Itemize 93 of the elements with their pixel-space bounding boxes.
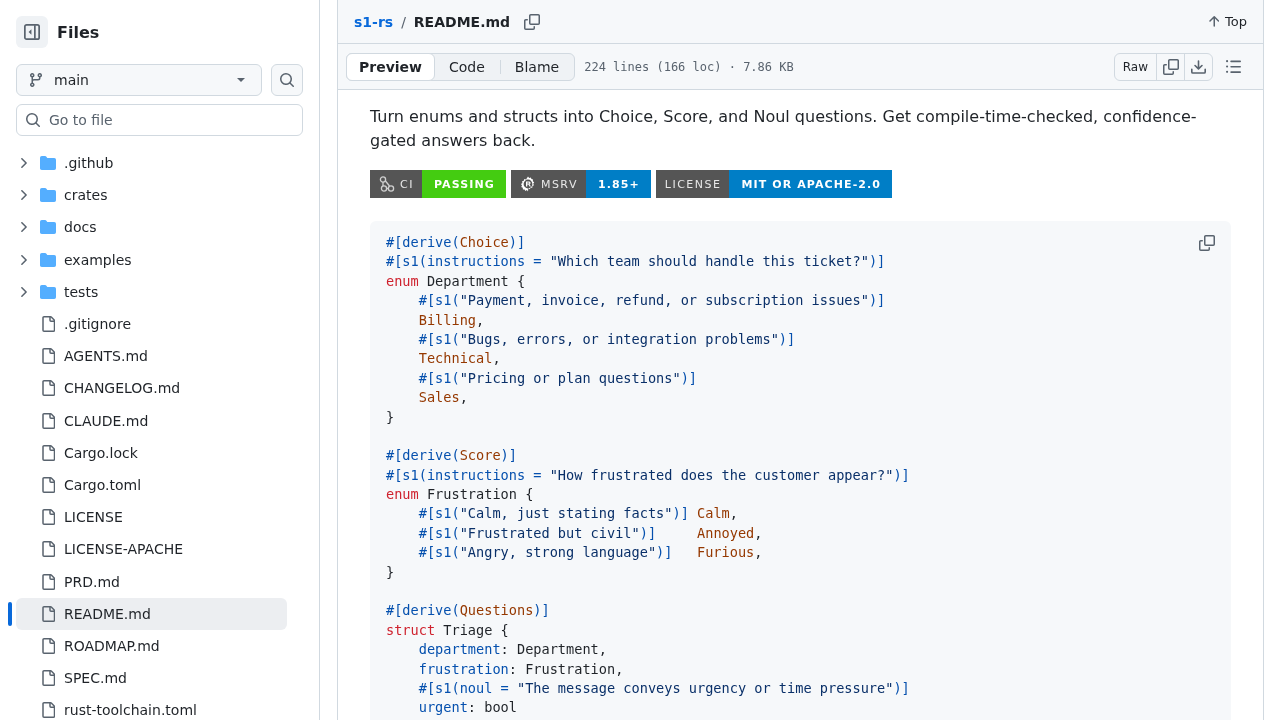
search-icon <box>25 112 41 128</box>
file-icon <box>41 348 55 365</box>
list-icon <box>1225 60 1241 73</box>
download-icon <box>1191 59 1206 74</box>
badge-value: PASSING <box>421 170 506 198</box>
badge-label: MSRV <box>540 177 578 191</box>
folder-icon <box>40 220 56 235</box>
intro-text: Turn enums and structs into Choice, Score, and Noul questions. Get compile-time-checked, confidence-gated answers back. <box>370 106 1198 152</box>
file-icon <box>41 573 55 590</box>
branch-icon <box>30 73 42 87</box>
file-icon <box>41 316 55 333</box>
code-line: #[s1("Payment, invoice, refund, or subscription issues")] <box>418 291 886 311</box>
folder-item[interactable]: examples <box>16 243 287 276</box>
code-line: #[derive(Score)] <box>386 446 517 466</box>
file-item[interactable]: AGENTS.md <box>16 340 287 373</box>
nodes-icon <box>379 176 395 192</box>
file-icon <box>41 380 55 397</box>
file-icon <box>41 605 55 622</box>
code-line: department: Department, <box>418 640 607 660</box>
code-line: #[s1("Angry, strong language")] Furious, <box>418 543 763 563</box>
code-line: #[s1("Bugs, errors, or integration problems")] <box>418 329 796 349</box>
view-tab[interactable]: Code <box>434 53 500 80</box>
sidebar-title: Files <box>57 22 100 42</box>
code-line: enum Department { <box>386 271 526 291</box>
file-item[interactable]: SPEC.md <box>16 662 287 695</box>
file-item[interactable]: Cargo.lock <box>16 436 287 469</box>
folder-icon <box>40 156 56 171</box>
file-item[interactable]: CHANGELOG.md <box>16 372 287 405</box>
code-line: #[derive(Choice)] <box>386 233 526 252</box>
file-search-field[interactable]: Go to file <box>16 104 303 136</box>
code-line: #[s1(noul = "The message conveys urgency or time pressure")] <box>418 679 910 698</box>
file-icon <box>41 509 55 526</box>
folder-item[interactable]: tests <box>16 275 287 308</box>
sidebar-panel-icon <box>24 24 40 40</box>
file-item[interactable]: LICENSE <box>16 501 287 534</box>
file-item[interactable]: README.md <box>16 597 287 630</box>
folder-item[interactable]: crates <box>16 179 287 212</box>
badge-label: LICENSE <box>664 177 722 191</box>
file-item[interactable]: LICENSE-APACHE <box>16 533 287 566</box>
copy-icon <box>524 13 541 30</box>
repo-link[interactable]: s1-rs <box>354 13 394 30</box>
search-button[interactable] <box>271 64 303 96</box>
folder-icon <box>40 188 56 203</box>
raw-button[interactable]: Raw <box>1114 53 1156 80</box>
active-indicator <box>8 601 12 626</box>
code-line: frustration: Frustration, <box>418 659 624 679</box>
file-icon <box>41 412 55 429</box>
branch-select[interactable]: main <box>16 64 262 96</box>
file-icon <box>41 670 55 687</box>
path-separator: / <box>401 13 406 30</box>
copy-icon <box>1162 58 1179 75</box>
code-line: struct Triage { <box>386 620 509 640</box>
file-icon <box>41 541 55 558</box>
file-item[interactable]: PRD.md <box>16 565 287 598</box>
code-line: Technical, <box>418 349 501 369</box>
file-item[interactable]: .gitignore <box>16 307 287 341</box>
file-icon <box>41 476 55 493</box>
folder-icon <box>40 252 56 267</box>
code-line: #[s1("Frustrated but civil")] Annoyed, <box>418 523 763 543</box>
code-line: #[s1("Calm, just stating facts")] Calm, <box>418 504 738 524</box>
code-line: } <box>386 407 395 427</box>
copy-icon <box>1199 235 1215 251</box>
code-line: #[derive(Questions)] <box>386 601 550 621</box>
code-line: #[s1(instructions = "Which team should handle this ticket?")] <box>386 252 886 272</box>
file-info: 224 lines (166 loc) · 7.86 KB <box>584 59 794 74</box>
sidebar-toggle-button[interactable] <box>16 16 48 48</box>
file-item[interactable]: rust-toolchain.toml <box>16 694 287 720</box>
file-icon <box>41 444 55 461</box>
arrow-up-icon <box>1209 16 1220 27</box>
folder-item[interactable]: .github <box>16 147 287 180</box>
file-item[interactable]: ROADMAP.md <box>16 629 287 662</box>
code-line: Billing, <box>418 310 485 330</box>
caret-down-icon <box>237 78 245 82</box>
file-icon <box>41 637 55 654</box>
code-line: urgent: bool <box>418 698 517 718</box>
badge-value: MIT OR APACHE-2.0 <box>729 170 893 198</box>
search-icon <box>279 72 295 88</box>
code-line: } <box>386 562 395 582</box>
folder-item[interactable]: docs <box>16 211 287 244</box>
code-line: enum Frustration { <box>386 485 534 505</box>
badge-value: 1.85+ <box>585 170 651 198</box>
file-icon <box>41 702 55 719</box>
code-line: #[s1("Pricing or plan questions")] <box>418 368 697 388</box>
top-button[interactable]: Top <box>1209 14 1247 29</box>
file-item[interactable]: Cargo.toml <box>16 468 287 502</box>
cog-icon <box>519 176 536 192</box>
badge-label: CI <box>400 177 414 191</box>
code-line: Sales, <box>418 388 468 408</box>
folder-icon <box>40 284 56 299</box>
file-item[interactable]: CLAUDE.md <box>16 404 287 437</box>
view-tab[interactable]: Preview <box>346 52 435 81</box>
file-name: README.md <box>413 13 511 30</box>
code-line: #[s1(instructions = "How frustrated does the customer appear?")] <box>386 465 910 485</box>
